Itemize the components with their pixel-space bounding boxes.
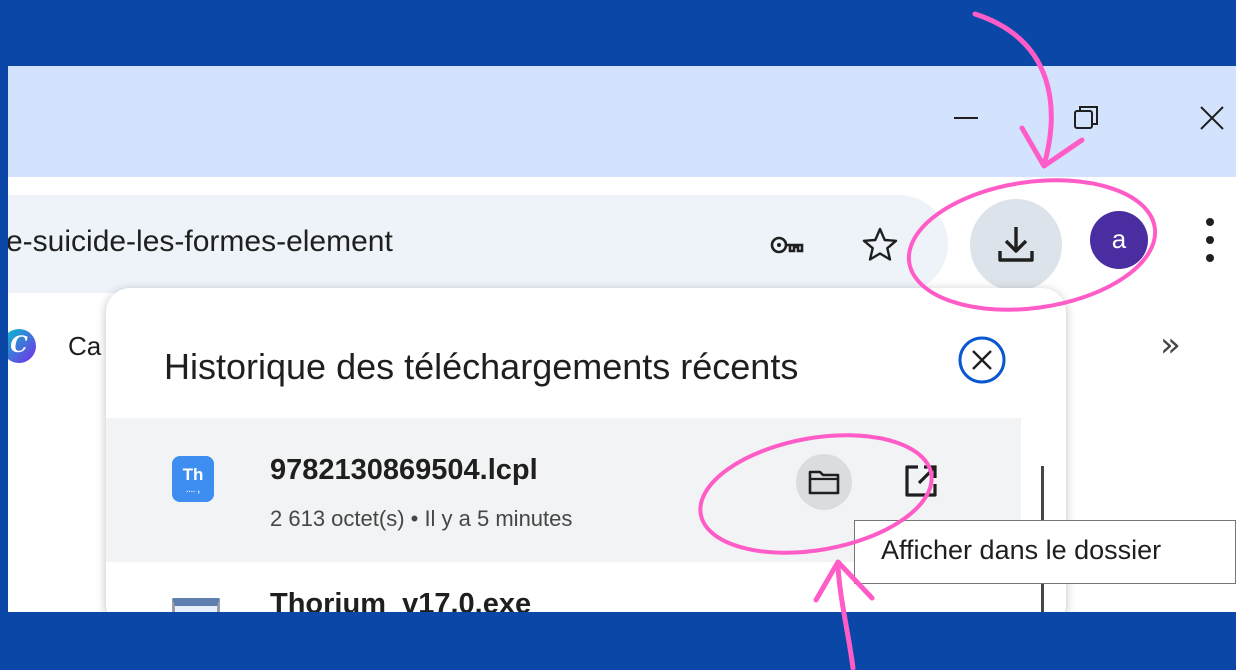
exe-file-icon bbox=[172, 598, 220, 612]
browser-window: e-suicide-les-formes-element a C Ca » Hi… bbox=[8, 66, 1236, 612]
restore-button[interactable] bbox=[1066, 98, 1106, 138]
file-type-icon: Th ···· › bbox=[172, 456, 214, 502]
file-name[interactable]: 9782130869504.lcpl bbox=[270, 454, 538, 487]
panel-title: Historique des téléchargements récents bbox=[164, 346, 799, 387]
profile-avatar[interactable]: a bbox=[1090, 211, 1148, 269]
open-file-button[interactable] bbox=[898, 458, 944, 504]
close-window-button[interactable] bbox=[1192, 98, 1232, 138]
panel-close-button[interactable] bbox=[956, 334, 1008, 386]
close-circle-icon bbox=[958, 336, 1006, 384]
bookmarks-overflow-icon[interactable]: » bbox=[1160, 325, 1181, 365]
file-meta: 2 613 octet(s) • Il y a 5 minutes bbox=[270, 506, 573, 531]
file-type-icon-dots: ···· › bbox=[186, 489, 200, 496]
restore-icon bbox=[1074, 106, 1098, 129]
tooltip-text: Afficher dans le dossier bbox=[881, 535, 1162, 565]
downloads-button[interactable] bbox=[970, 199, 1062, 291]
file-type-icon-text: Th bbox=[182, 465, 204, 484]
close-icon bbox=[1200, 106, 1224, 130]
open-external-icon bbox=[905, 465, 937, 497]
minimize-button[interactable] bbox=[946, 98, 986, 138]
folder-icon bbox=[808, 470, 840, 495]
file-name[interactable]: Thorium_v17.0.exe bbox=[270, 588, 531, 612]
bookmark-star-button[interactable] bbox=[860, 225, 900, 265]
bookmark-label[interactable]: Ca bbox=[68, 331, 101, 362]
download-icon bbox=[998, 227, 1034, 262]
menu-icon bbox=[1206, 218, 1214, 262]
url-text[interactable]: e-suicide-les-formes-element bbox=[8, 225, 393, 259]
minimize-icon bbox=[954, 117, 978, 119]
browser-menu-button[interactable] bbox=[1198, 213, 1222, 267]
show-in-folder-button[interactable] bbox=[796, 454, 852, 510]
key-icon bbox=[770, 236, 804, 254]
tooltip: Afficher dans le dossier bbox=[854, 520, 1236, 584]
star-icon bbox=[862, 227, 898, 261]
address-bar[interactable]: e-suicide-les-formes-element bbox=[8, 195, 948, 293]
canva-icon[interactable]: C bbox=[8, 329, 36, 363]
title-bar bbox=[8, 66, 1236, 177]
password-key-button[interactable] bbox=[768, 225, 808, 265]
